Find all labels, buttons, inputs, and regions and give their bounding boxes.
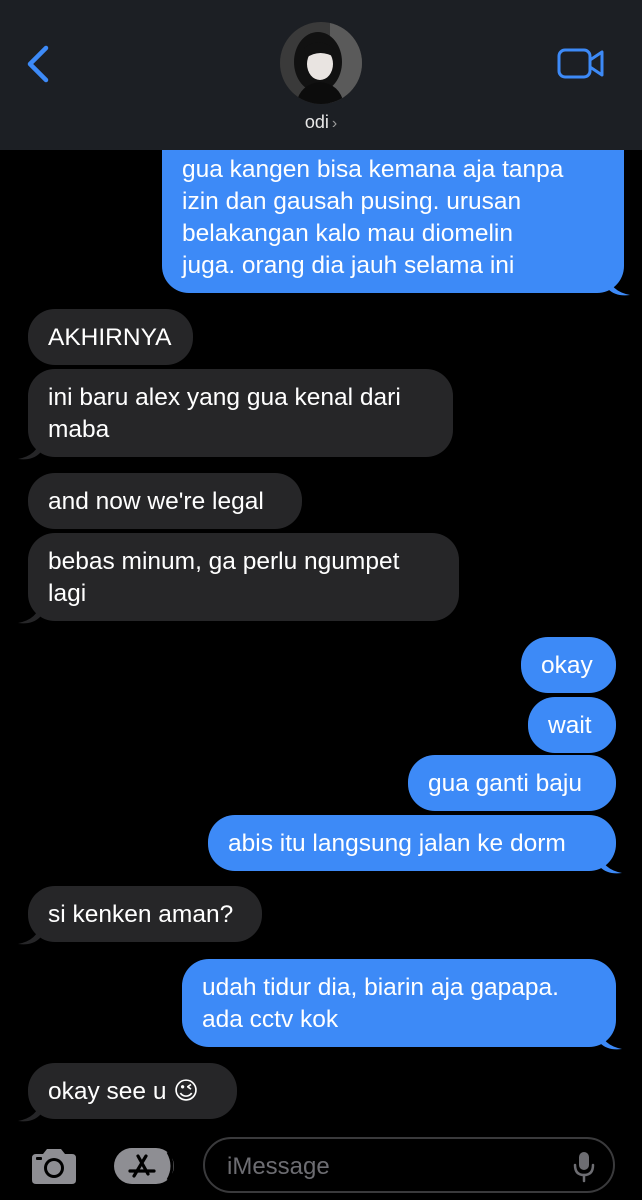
bubble-tail [600, 1029, 622, 1050]
camera-button[interactable] [28, 1146, 80, 1186]
message-bubble-incoming[interactable]: AKHIRNYA [28, 309, 193, 365]
bubble-tail [600, 853, 622, 874]
avatar-photo [280, 22, 362, 104]
message-bubble-outgoing[interactable]: abis itu langsung jalan ke dorm [208, 815, 616, 871]
message-bubble-incoming[interactable]: si kenken aman? [28, 886, 262, 942]
message-bubble-outgoing[interactable]: udah tidur dia, biarin aja gapapa. ada c… [182, 959, 616, 1047]
message-input-placeholder: iMessage [227, 1153, 330, 1180]
contact-name-button[interactable]: odi › [0, 112, 642, 133]
chevron-right-icon: › [331, 115, 338, 132]
bubble-tail [18, 1101, 40, 1122]
message-bubble-incoming[interactable]: bebas minum, ga perlu ngumpet lagi [28, 533, 459, 621]
message-input[interactable]: iMessage [203, 1137, 615, 1193]
chevron-left-icon [27, 45, 49, 83]
contact-avatar[interactable] [280, 22, 362, 104]
message-bubble-incoming[interactable]: ini baru alex yang gua kenal dari maba [28, 369, 453, 457]
video-camera-icon [557, 48, 604, 79]
microphone-icon[interactable] [573, 1151, 595, 1183]
message-bubble-outgoing[interactable]: wait [528, 697, 616, 753]
bubble-tail [18, 439, 40, 460]
message-bubble-outgoing[interactable]: gua kangen bisa kemana aja tanpa izin da… [162, 150, 624, 293]
facetime-video-button[interactable] [556, 46, 606, 82]
bubble-tail [18, 603, 40, 624]
back-button[interactable] [22, 44, 58, 84]
message-bubble-outgoing[interactable]: gua ganti baju [408, 755, 616, 811]
message-bubble-incoming[interactable]: okay see u 😉 [28, 1063, 237, 1119]
bubble-tail [18, 924, 40, 945]
message-bubble-outgoing[interactable]: okay [521, 637, 616, 693]
camera-icon [32, 1149, 76, 1184]
contact-name: odi [304, 112, 329, 132]
message-bubble-incoming[interactable]: and now we're legal [28, 473, 302, 529]
conversation-header: odi › [0, 0, 642, 150]
bubble-tail [608, 275, 630, 296]
app-store-button[interactable] [114, 1146, 178, 1186]
app-store-icon [114, 1148, 174, 1184]
